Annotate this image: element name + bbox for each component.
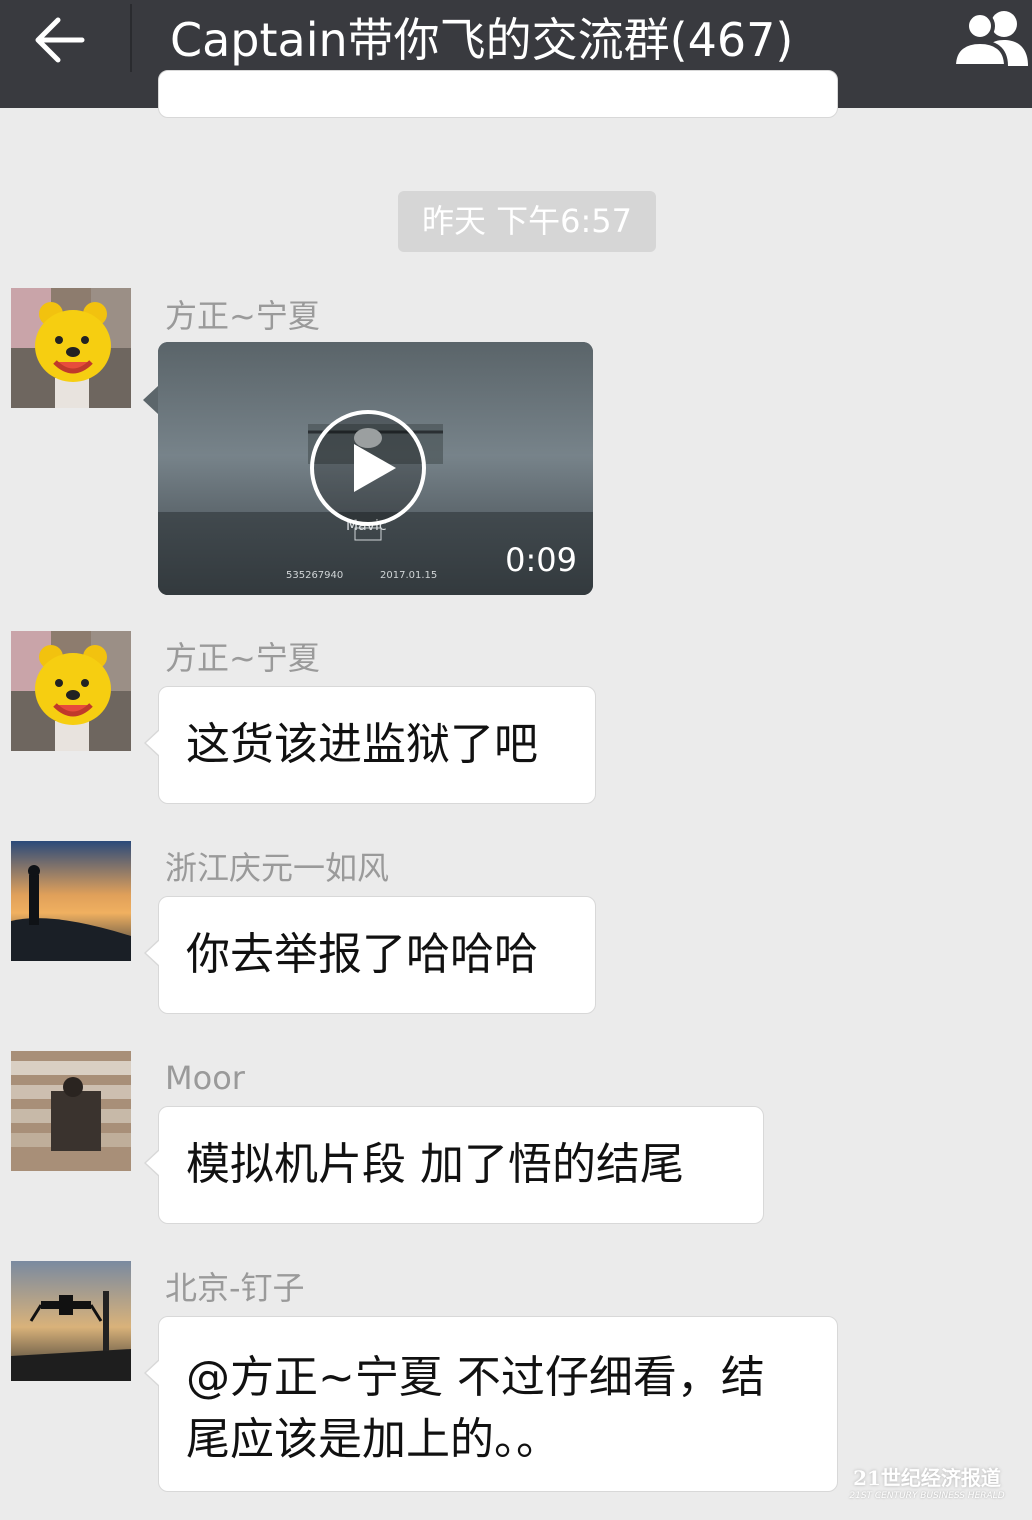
video-message[interactable]: Mavic 535267940 2017.01.15 0:09 [158,342,593,595]
message-bubble[interactable]: 模拟机片段 加了悟的结尾 [144,1106,764,1224]
watermark-logo: 21世纪经济报道 21ST CENTURY BUSINESS HERALD [842,1466,1012,1502]
message-bubble[interactable]: 这货该进监狱了吧 [144,686,596,804]
previous-message-bubble[interactable] [158,70,838,118]
group-members-icon [951,11,1028,68]
avatar[interactable] [11,841,131,961]
watermark-cn: 21世纪经济报道 [853,1466,1001,1490]
header-divider [130,4,132,72]
sender-name: Moor [165,1059,245,1097]
video-id-text: 535267940 [286,570,344,581]
message-bubble[interactable]: 你去举报了哈哈哈 [144,896,596,1014]
chat-title: Captain带你飞的交流群(467) [170,13,794,67]
sender-name: 北京-钉子 [165,1269,305,1307]
avatar[interactable] [11,288,131,408]
sender-name: 方正~宁夏 [165,297,320,335]
video-date-text: 2017.01.15 [380,570,438,581]
message-text-line-1: @方正~宁夏 不过仔细看，结 [186,1352,765,1403]
group-members-button[interactable] [951,6,1032,70]
sender-name: 浙江庆元一如风 [165,849,390,887]
timestamp: 昨天 下午6:57 [398,191,656,252]
video-duration: 0:09 [505,541,577,579]
bubble-tail [143,386,158,414]
message-text: 这货该进监狱了吧 [186,719,538,770]
arrow-left-icon [35,17,85,63]
message-text: 你去举报了哈哈哈 [186,929,538,980]
play-button[interactable] [308,408,428,528]
message-text-line-2: 尾应该是加上的。。 [186,1414,560,1465]
message-text: 模拟机片段 加了悟的结尾 [186,1139,684,1190]
watermark-en: 21ST CENTURY BUSINESS HERALD [849,1491,1005,1501]
avatar[interactable] [11,631,131,751]
back-button[interactable] [30,10,90,70]
message-bubble[interactable]: @方正~宁夏 不过仔细看，结 尾应该是加上的。。 [144,1316,838,1492]
avatar[interactable] [11,1051,131,1171]
sender-name: 方正~宁夏 [165,639,320,677]
avatar[interactable] [11,1261,131,1381]
play-icon [310,410,426,526]
